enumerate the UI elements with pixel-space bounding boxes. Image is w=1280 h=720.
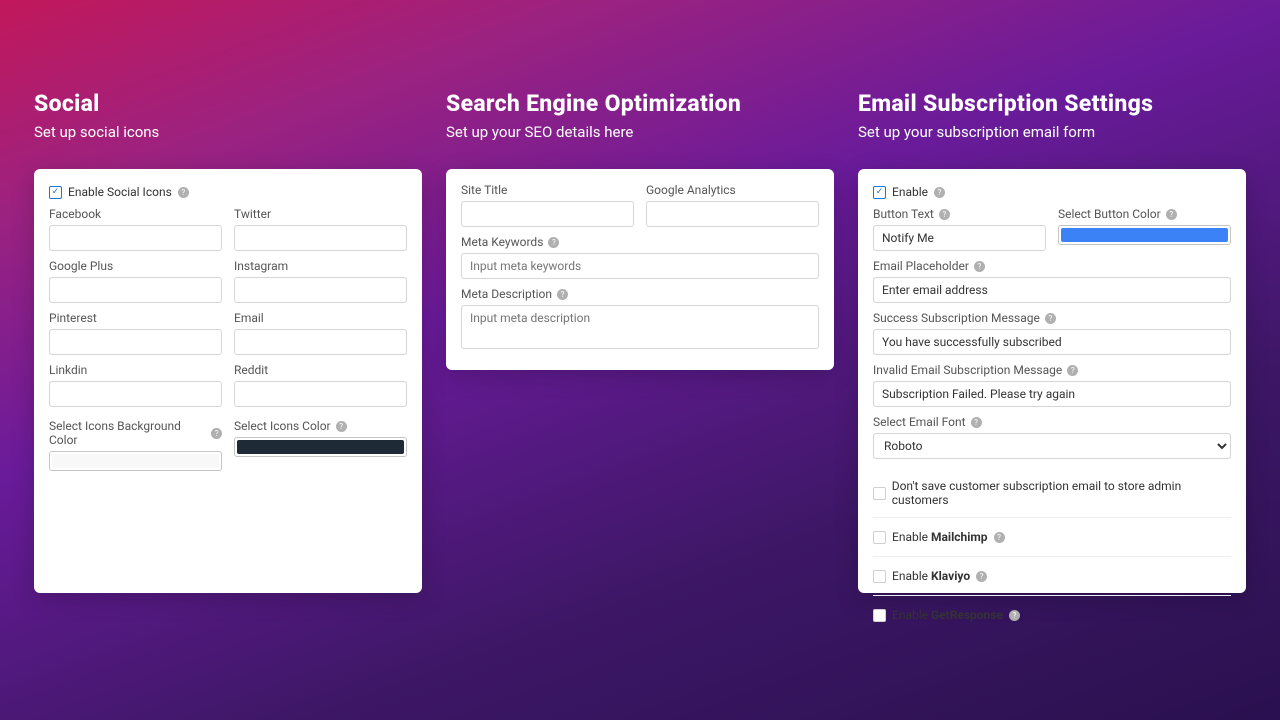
getresponse-checkbox[interactable]: ✓ xyxy=(873,609,886,622)
email-label: Email xyxy=(234,311,407,325)
email-subtitle: Set up your subscription email form xyxy=(858,123,1246,141)
social-subtitle: Set up social icons xyxy=(34,123,422,141)
invalid-label: Invalid Email Subscription Message ? xyxy=(873,363,1231,377)
getresponse-label: Enable GetResponse xyxy=(892,608,1003,622)
klaviyo-label: Enable Klaviyo xyxy=(892,569,970,583)
icons-color-picker[interactable] xyxy=(234,437,407,457)
help-icon[interactable]: ? xyxy=(1009,610,1020,621)
dont-save-row: ✓ Don't save customer subscription email… xyxy=(873,467,1231,517)
help-icon[interactable]: ? xyxy=(994,532,1005,543)
twitter-input[interactable] xyxy=(234,225,407,251)
google-analytics-label: Google Analytics xyxy=(646,183,819,197)
seo-panel: Site Title Google Analytics Meta Keyword… xyxy=(446,169,834,370)
enable-email-row: ✓ Enable ? xyxy=(873,183,1231,207)
help-icon[interactable]: ? xyxy=(976,571,987,582)
dont-save-label: Don't save customer subscription email t… xyxy=(892,479,1231,507)
meta-description-label: Meta Description ? xyxy=(461,287,819,301)
instagram-label: Instagram xyxy=(234,259,407,273)
linkedin-input[interactable] xyxy=(49,381,222,407)
enable-social-checkbox[interactable]: ✓ xyxy=(49,186,62,199)
enable-social-label: Enable Social Icons xyxy=(68,185,172,199)
meta-keywords-label: Meta Keywords ? xyxy=(461,235,819,249)
facebook-input[interactable] xyxy=(49,225,222,251)
site-title-input[interactable] xyxy=(461,201,634,227)
enable-email-label: Enable xyxy=(892,185,928,199)
button-text-label: Button Text ? xyxy=(873,207,1046,221)
reddit-input[interactable] xyxy=(234,381,407,407)
success-label: Success Subscription Message ? xyxy=(873,311,1231,325)
email-column: Email Subscription Settings Set up your … xyxy=(858,90,1246,690)
invalid-input[interactable] xyxy=(873,381,1231,407)
button-color-picker[interactable] xyxy=(1058,225,1231,245)
site-title-label: Site Title xyxy=(461,183,634,197)
mailchimp-row: ✓ Enable Mailchimp ? xyxy=(873,517,1231,556)
seo-column: Search Engine Optimization Set up your S… xyxy=(446,90,834,690)
help-icon[interactable]: ? xyxy=(971,417,982,428)
social-column: Social Set up social icons ✓ Enable Soci… xyxy=(34,90,422,690)
help-icon[interactable]: ? xyxy=(1067,365,1078,376)
help-icon[interactable]: ? xyxy=(1045,313,1056,324)
font-label: Select Email Font ? xyxy=(873,415,1231,429)
email-placeholder-input[interactable] xyxy=(873,277,1231,303)
instagram-input[interactable] xyxy=(234,277,407,303)
button-color-label: Select Button Color ? xyxy=(1058,207,1231,221)
help-icon[interactable]: ? xyxy=(336,421,347,432)
google-plus-input[interactable] xyxy=(49,277,222,303)
icons-color-label: Select Icons Color ? xyxy=(234,419,407,433)
mailchimp-label: Enable Mailchimp xyxy=(892,530,988,544)
enable-social-row: ✓ Enable Social Icons ? xyxy=(49,183,407,207)
help-icon[interactable]: ? xyxy=(934,187,945,198)
pinterest-input[interactable] xyxy=(49,329,222,355)
twitter-label: Twitter xyxy=(234,207,407,221)
help-icon[interactable]: ? xyxy=(974,261,985,272)
help-icon[interactable]: ? xyxy=(178,187,189,198)
meta-description-input[interactable] xyxy=(461,305,819,349)
google-analytics-input[interactable] xyxy=(646,201,819,227)
button-text-input[interactable] xyxy=(873,225,1046,251)
mailchimp-checkbox[interactable]: ✓ xyxy=(873,531,886,544)
email-input[interactable] xyxy=(234,329,407,355)
reddit-label: Reddit xyxy=(234,363,407,377)
google-plus-label: Google Plus xyxy=(49,259,222,273)
email-placeholder-label: Email Placeholder ? xyxy=(873,259,1231,273)
dont-save-checkbox[interactable]: ✓ xyxy=(873,487,886,500)
help-icon[interactable]: ? xyxy=(548,237,559,248)
pinterest-label: Pinterest xyxy=(49,311,222,325)
help-icon[interactable]: ? xyxy=(1166,209,1177,220)
social-title: Social xyxy=(34,90,422,117)
email-panel: ✓ Enable ? Button Text ? Select Button C… xyxy=(858,169,1246,593)
meta-keywords-input[interactable] xyxy=(461,253,819,279)
icons-bg-color-picker[interactable] xyxy=(49,451,222,471)
enable-email-checkbox[interactable]: ✓ xyxy=(873,186,886,199)
help-icon[interactable]: ? xyxy=(939,209,950,220)
seo-subtitle: Set up your SEO details here xyxy=(446,123,834,141)
linkedin-label: Linkdin xyxy=(49,363,222,377)
seo-title: Search Engine Optimization xyxy=(446,90,834,117)
facebook-label: Facebook xyxy=(49,207,222,221)
help-icon[interactable]: ? xyxy=(211,428,222,439)
getresponse-row: ✓ Enable GetResponse ? xyxy=(873,595,1231,628)
success-input[interactable] xyxy=(873,329,1231,355)
help-icon[interactable]: ? xyxy=(557,289,568,300)
email-title: Email Subscription Settings xyxy=(858,90,1246,117)
icons-bg-color-label: Select Icons Background Color ? xyxy=(49,419,222,447)
social-panel: ✓ Enable Social Icons ? Facebook Twitter… xyxy=(34,169,422,593)
font-select[interactable]: Roboto xyxy=(873,433,1231,459)
klaviyo-row: ✓ Enable Klaviyo ? xyxy=(873,556,1231,595)
klaviyo-checkbox[interactable]: ✓ xyxy=(873,570,886,583)
